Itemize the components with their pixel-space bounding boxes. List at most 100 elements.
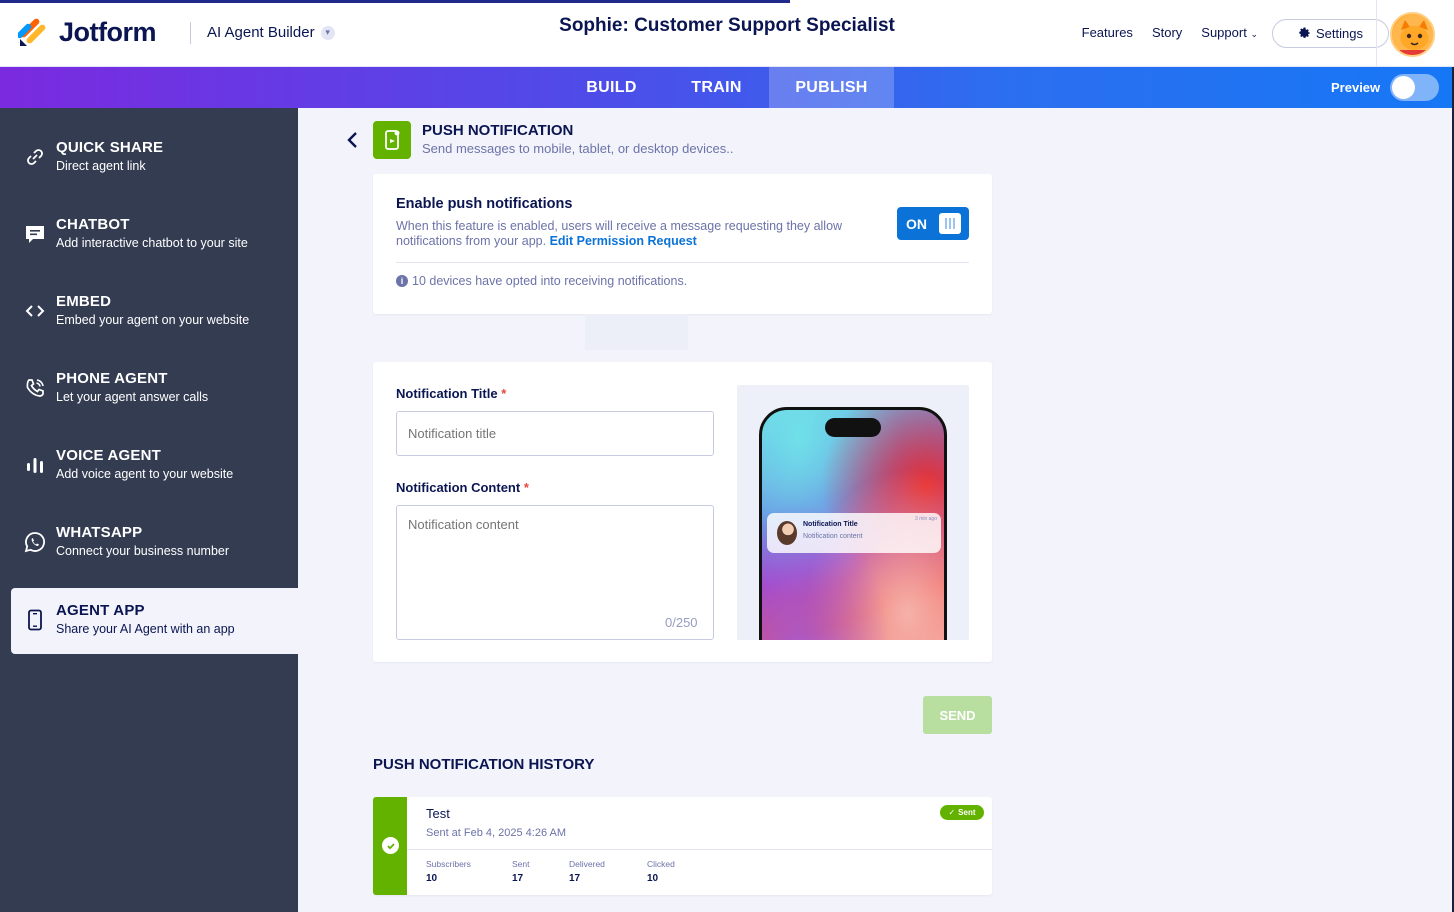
history-section-title: PUSH NOTIFICATION HISTORY xyxy=(373,756,595,773)
history-item[interactable]: Test Sent at Feb 4, 2025 4:26 AM ✓ Sent … xyxy=(373,797,992,895)
publish-sidebar: QUICK SHARE Direct agent link CHATBOT Ad… xyxy=(0,108,298,912)
header-divider xyxy=(190,22,191,44)
required-asterisk: * xyxy=(523,480,529,495)
stat-label: Delivered xyxy=(569,859,605,869)
link-icon xyxy=(23,145,47,169)
phone-icon xyxy=(23,376,47,400)
status-badge-label: Sent xyxy=(958,808,976,817)
nav-support-dropdown[interactable]: Support ⌄ xyxy=(1201,25,1258,40)
chat-bubble-icon xyxy=(23,222,47,246)
sidebar-item-desc: Let your agent answer calls xyxy=(56,390,209,404)
toggle-state-label: ON xyxy=(906,216,927,232)
chevron-down-icon: ▾ xyxy=(320,25,335,40)
sidebar-item-agent-app[interactable]: AGENT APP Share your AI Agent with an ap… xyxy=(11,588,298,654)
sidebar-item-title: WHATSAPP xyxy=(56,524,143,541)
gear-icon xyxy=(1299,27,1310,38)
jotform-logo-icon xyxy=(18,18,46,46)
stat-subscribers: Subscribers 10 xyxy=(426,859,471,884)
stat-value: 17 xyxy=(569,873,581,884)
page-title: PUSH NOTIFICATION xyxy=(422,122,574,139)
field-label-text: Notification Title xyxy=(396,386,498,401)
cat-avatar-icon xyxy=(1392,14,1433,55)
stat-value: 17 xyxy=(512,873,524,884)
push-enable-toggle[interactable]: ON xyxy=(897,207,969,240)
optin-info: i 10 devices have opted into receiving n… xyxy=(396,274,687,288)
sidebar-item-title: QUICK SHARE xyxy=(56,139,164,156)
stat-sent: Sent 17 xyxy=(512,859,530,884)
history-item-name: Test xyxy=(426,806,450,821)
notification-title-input[interactable] xyxy=(396,411,714,456)
notification-avatar xyxy=(777,521,797,545)
spacer-strip xyxy=(585,314,688,350)
sidebar-item-whatsapp[interactable]: WHATSAPP Connect your business number xyxy=(11,510,298,576)
chevron-left-icon xyxy=(347,132,357,148)
tab-train[interactable]: TRAIN xyxy=(664,67,769,108)
sidebar-item-desc: Embed your agent on your website xyxy=(56,313,250,327)
loading-progress-line xyxy=(0,0,790,3)
check-icon: ✓ xyxy=(948,808,956,817)
stat-clicked: Clicked 10 xyxy=(647,859,675,884)
send-button[interactable]: SEND xyxy=(923,696,992,734)
enable-push-title: Enable push notifications xyxy=(396,196,573,212)
toggle-knob xyxy=(939,213,961,234)
phone-preview-panel: Notification Title Notification content … xyxy=(737,385,969,640)
product-name: AI Agent Builder xyxy=(207,24,315,41)
sidebar-item-desc: Direct agent link xyxy=(56,159,146,173)
divider xyxy=(407,849,992,850)
stat-value: 10 xyxy=(647,873,659,884)
nav-support-label: Support xyxy=(1201,25,1247,40)
tab-build[interactable]: BUILD xyxy=(559,67,664,108)
history-item-date: Sent at Feb 4, 2025 4:26 AM xyxy=(426,827,567,839)
dynamic-island xyxy=(825,418,881,437)
voice-bars-icon xyxy=(23,453,47,477)
notification-form-card: Notification Title * Notification Conten… xyxy=(373,362,992,662)
brand-name: Jotform xyxy=(59,17,157,47)
character-counter: 0/250 xyxy=(665,615,698,630)
sidebar-item-desc: Add interactive chatbot to your site xyxy=(56,236,248,250)
field-label-text: Notification Content xyxy=(396,480,521,495)
notification-title-label: Notification Title * xyxy=(396,386,506,401)
enable-push-card: Enable push notifications When this feat… xyxy=(373,174,992,314)
back-button[interactable] xyxy=(345,130,361,150)
product-switcher[interactable]: AI Agent Builder ▾ xyxy=(207,24,335,41)
sidebar-item-desc: Add voice agent to your website xyxy=(56,467,234,481)
stat-delivered: Delivered 17 xyxy=(569,859,605,884)
sidebar-item-title: EMBED xyxy=(56,293,112,310)
preview-notification-title: Notification Title xyxy=(803,521,858,528)
jotform-logo[interactable]: Jotform xyxy=(18,17,157,48)
preview-toggle-knob xyxy=(1392,76,1415,99)
settings-label: Settings xyxy=(1316,26,1363,41)
sidebar-item-quick-share[interactable]: QUICK SHARE Direct agent link xyxy=(11,125,298,191)
sidebar-item-title: VOICE AGENT xyxy=(56,447,161,464)
preview-notification-content: Notification content xyxy=(803,533,863,540)
agent-title[interactable]: Sophie: Customer Support Specialist xyxy=(527,15,927,37)
settings-button[interactable]: Settings xyxy=(1272,19,1389,48)
nav-story-link[interactable]: Story xyxy=(1152,25,1182,40)
check-circle-icon xyxy=(382,837,399,854)
preview-notification: Notification Title Notification content … xyxy=(767,513,941,553)
nav-features-link[interactable]: Features xyxy=(1082,25,1133,40)
header-divider xyxy=(1376,0,1377,66)
sidebar-item-title: CHATBOT xyxy=(56,216,130,233)
enable-push-description: When this feature is enabled, users will… xyxy=(396,219,856,249)
required-asterisk: * xyxy=(501,386,507,401)
stat-value: 10 xyxy=(426,873,438,884)
tab-publish[interactable]: PUBLISH xyxy=(769,67,894,108)
builder-tabbar: BUILD TRAIN PUBLISH Preview xyxy=(0,67,1454,108)
preview-toggle[interactable] xyxy=(1390,74,1439,101)
mobile-app-icon xyxy=(23,608,47,632)
sidebar-item-voice-agent[interactable]: VOICE AGENT Add voice agent to your webs… xyxy=(11,433,298,499)
sidebar-item-title: AGENT APP xyxy=(56,602,145,619)
edit-permission-request-link[interactable]: Edit Permission Request xyxy=(550,234,697,248)
top-header: Jotform AI Agent Builder ▾ Sophie: Custo… xyxy=(0,0,1454,67)
sidebar-item-embed[interactable]: EMBED Embed your agent on your website xyxy=(11,279,298,345)
stat-label: Clicked xyxy=(647,859,675,869)
stat-label: Sent xyxy=(512,859,530,869)
sidebar-item-title: PHONE AGENT xyxy=(56,370,168,387)
sidebar-item-chatbot[interactable]: CHATBOT Add interactive chatbot to your … xyxy=(11,202,298,268)
user-avatar[interactable] xyxy=(1390,12,1435,57)
chevron-down-icon: ⌄ xyxy=(1250,29,1258,39)
preview-label: Preview xyxy=(1331,80,1381,95)
history-status-bar xyxy=(373,797,407,895)
sidebar-item-phone-agent[interactable]: PHONE AGENT Let your agent answer calls xyxy=(11,356,298,422)
